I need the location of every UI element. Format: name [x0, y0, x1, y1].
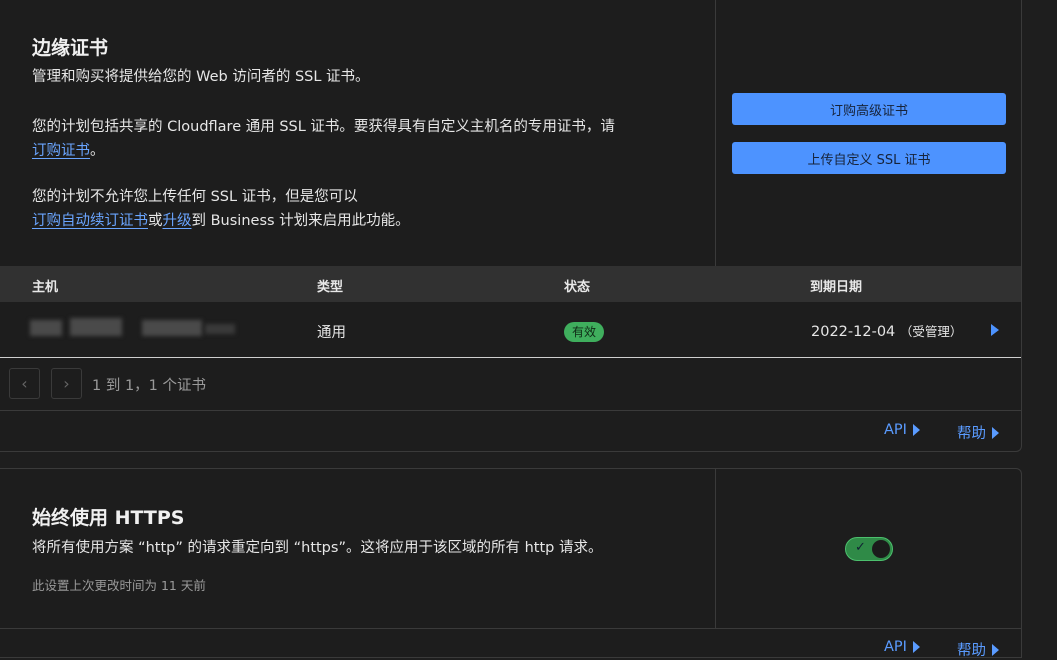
prev-page-button[interactable]: ‹: [9, 368, 40, 399]
always-use-https-card: 始终使用 HTTPS 将所有使用方案 “http” 的请求重定向到 “https…: [0, 468, 1022, 660]
vertical-divider: [715, 0, 716, 266]
table-row[interactable]: 通用 有效 2022-12-04 （受管理）: [0, 302, 1021, 358]
help-label: 帮助: [957, 643, 986, 659]
pagination: ‹ › 1 到 1，1 个证书: [0, 358, 1021, 411]
cell-expiry: 2022-12-04 （受管理）: [811, 321, 962, 340]
help-link[interactable]: 帮助: [957, 422, 999, 443]
card-description: 将所有使用方案 “http” 的请求重定向到 “https”。这将应用于该区域的…: [32, 540, 603, 556]
upload-end: 到 Business 计划来启用此功能。: [191, 213, 410, 229]
expiry-date: 2022-12-04: [811, 324, 896, 340]
last-changed: 此设置上次更改时间为 11 天前: [32, 578, 206, 593]
api-label: API: [884, 639, 907, 655]
triangle-right-icon: [912, 641, 920, 653]
check-icon: ✓: [855, 540, 866, 555]
upload-custom-ssl-button[interactable]: 上传自定义 SSL 证书: [732, 142, 1006, 174]
api-label: API: [884, 422, 907, 438]
cell-type: 通用: [317, 325, 346, 341]
table-header: 主机 类型 状态 到期日期: [0, 266, 1021, 302]
api-link[interactable]: API: [884, 639, 920, 655]
expand-row-icon[interactable]: [991, 324, 999, 336]
help-label: 帮助: [957, 426, 986, 442]
vertical-divider: [715, 469, 716, 628]
horizontal-divider: [0, 628, 1021, 629]
upload-info: 您的计划不允许您上传任何 SSL 证书，但是您可以 订购自动续订证书或升级到 B…: [32, 185, 692, 233]
col-expiry: 到期日期: [810, 280, 863, 295]
upgrade-link[interactable]: 升级: [163, 213, 192, 229]
or-text: 或: [148, 213, 163, 229]
plan-info: 您的计划包括共享的 Cloudflare 通用 SSL 证书。要获得具有自定义主…: [32, 115, 692, 163]
api-link[interactable]: API: [884, 422, 920, 438]
order-advanced-certificate-button[interactable]: 订购高级证书: [732, 93, 1006, 125]
order-auto-renew-link[interactable]: 订购自动续订证书: [32, 213, 148, 229]
page-info: 1 到 1，1 个证书: [92, 378, 207, 394]
plan-end: 。: [90, 143, 105, 159]
help-link[interactable]: 帮助: [957, 639, 999, 660]
col-host: 主机: [32, 280, 59, 295]
triangle-right-icon: [992, 426, 999, 439]
card-title: 始终使用 HTTPS: [32, 507, 185, 529]
col-type: 类型: [317, 280, 344, 295]
edge-certificates-card: 边缘证书 管理和购买将提供给您的 Web 访问者的 SSL 证书。 您的计划包括…: [0, 0, 1022, 452]
triangle-right-icon: [992, 643, 999, 656]
next-page-button[interactable]: ›: [51, 368, 82, 399]
order-certificate-link[interactable]: 订购证书: [32, 143, 90, 159]
expiry-note: （受管理）: [899, 324, 963, 339]
col-status: 状态: [564, 280, 591, 295]
https-toggle[interactable]: ✓: [845, 537, 893, 561]
triangle-right-icon: [912, 424, 920, 436]
status-badge: 有效: [564, 322, 605, 342]
card-title: 边缘证书: [32, 37, 109, 59]
upload-text: 您的计划不允许您上传任何 SSL 证书，但是您可以: [32, 189, 358, 205]
toggle-knob: [872, 540, 890, 558]
plan-text: 您的计划包括共享的 Cloudflare 通用 SSL 证书。要获得具有自定义主…: [32, 119, 615, 135]
card-description: 管理和购买将提供给您的 Web 访问者的 SSL 证书。: [32, 69, 370, 85]
